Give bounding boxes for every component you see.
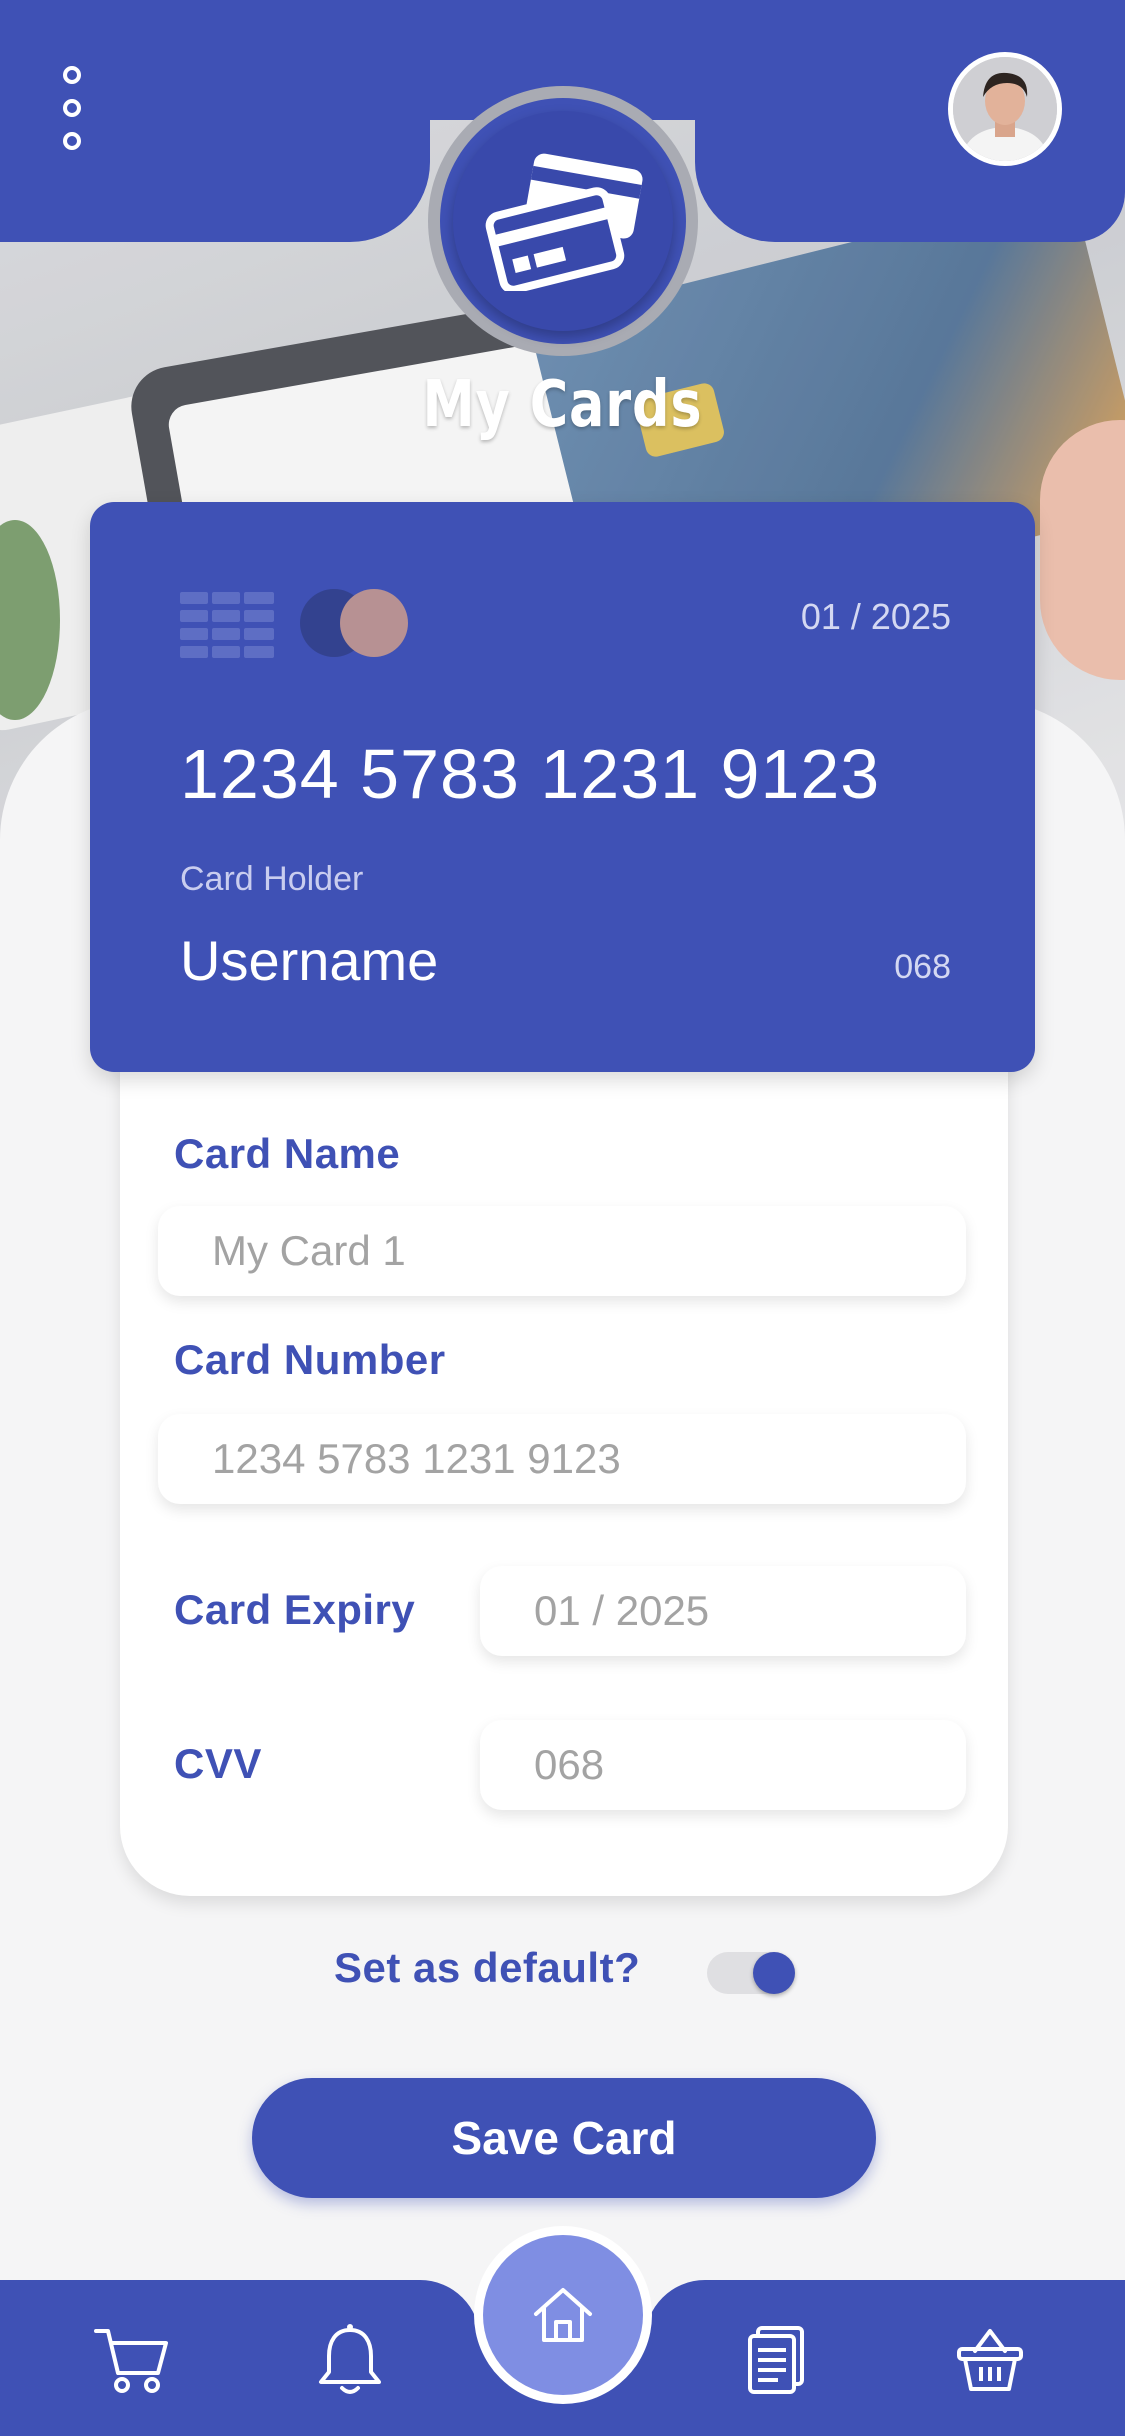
cart-icon	[94, 2329, 168, 2393]
card-preview-expiry: 01 / 2025	[800, 596, 951, 637]
more-vertical-icon	[63, 66, 81, 84]
card-name-input[interactable]	[158, 1206, 966, 1296]
credit-cards-icon	[485, 153, 643, 291]
card-brand-icon	[300, 589, 410, 657]
card-form: Card Name Card Number Card Expiry CVV	[120, 1040, 1008, 1896]
card-number-label: Card Number	[174, 1336, 446, 1383]
bell-icon	[319, 2324, 381, 2394]
nav-notifications-button[interactable]	[310, 2320, 390, 2400]
avatar[interactable]	[948, 52, 1062, 166]
card-chip-icon	[180, 592, 274, 658]
card-expiry-label: Card Expiry	[174, 1586, 416, 1633]
menu-button[interactable]	[50, 66, 94, 150]
toggle-knob	[753, 1952, 795, 1994]
card-holder-label: Card Holder	[180, 860, 364, 898]
header-badge	[440, 98, 686, 344]
nav-documents-button[interactable]	[736, 2320, 816, 2400]
home-icon	[534, 2288, 592, 2342]
cvv-input[interactable]	[480, 1720, 966, 1810]
save-card-button[interactable]: Save Card	[252, 2078, 876, 2198]
card-preview-cvv: 068	[894, 948, 951, 986]
card-preview: 01 / 2025 1234 5783 1231 9123 Card Holde…	[90, 502, 1035, 1072]
user-avatar-icon	[953, 57, 1057, 161]
page-title: My Cards	[422, 368, 703, 442]
cvv-label: CVV	[174, 1740, 262, 1787]
nav-cart-button[interactable]	[92, 2320, 172, 2400]
card-name-label: Card Name	[174, 1130, 401, 1177]
card-preview-number: 1234 5783 1231 9123	[180, 735, 881, 813]
document-icon	[748, 2326, 804, 2394]
set-default-label: Set as default?	[334, 1944, 641, 1991]
nav-home-button[interactable]	[483, 2235, 643, 2395]
card-number-input[interactable]	[158, 1414, 966, 1504]
nav-basket-button[interactable]	[950, 2320, 1030, 2400]
card-holder-name: Username	[180, 929, 439, 992]
basket-icon	[957, 2329, 1023, 2391]
card-expiry-input[interactable]	[480, 1566, 966, 1656]
set-default-toggle[interactable]	[707, 1952, 795, 1994]
